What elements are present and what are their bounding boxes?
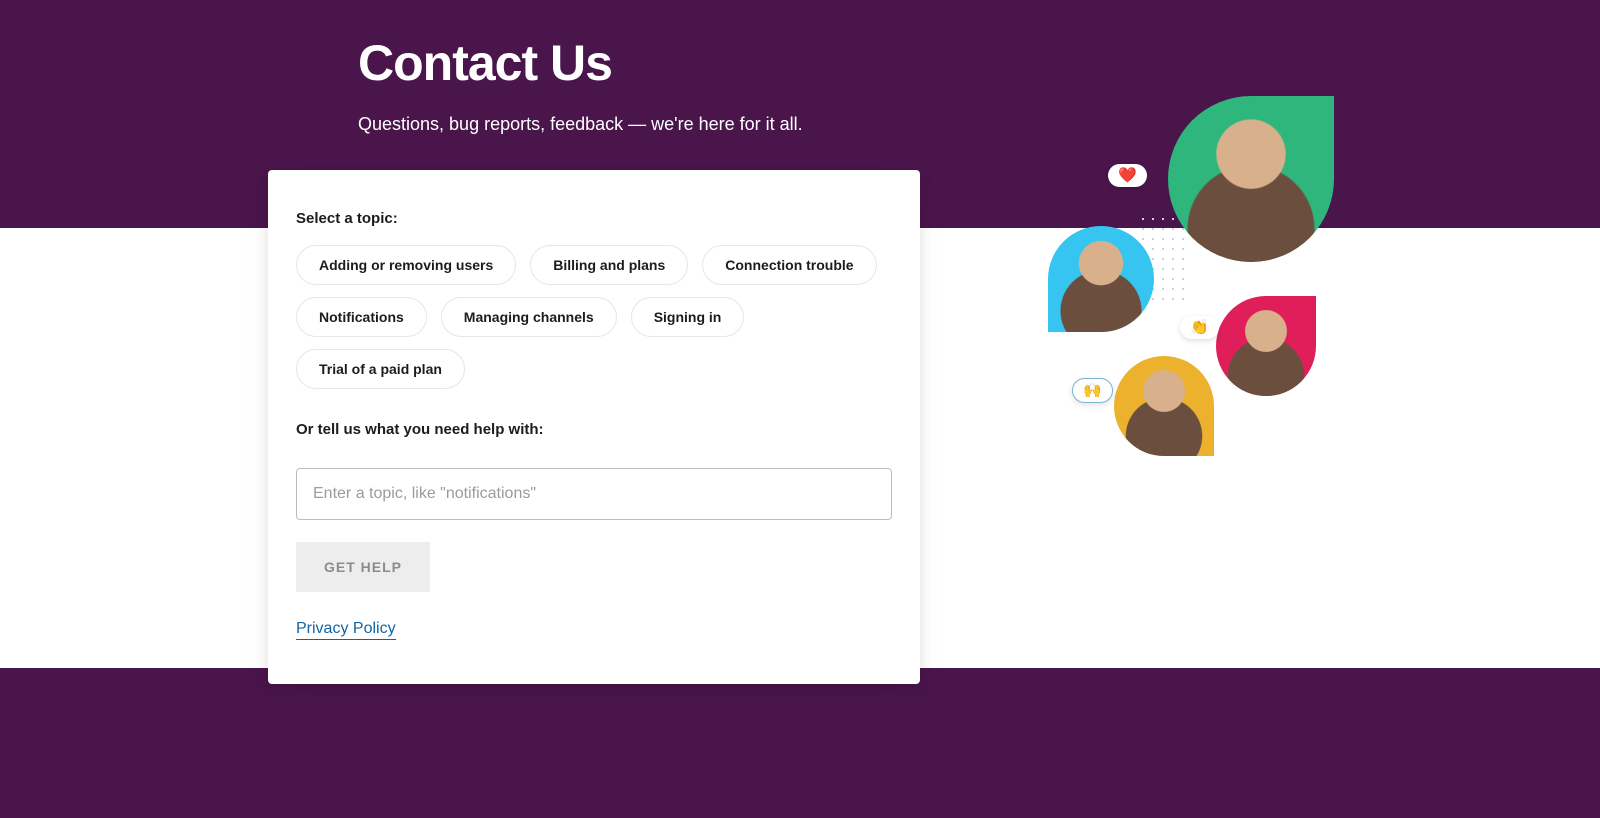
people-illustration: ❤️ 👏 🙌 [1048,96,1568,496]
content-container: Contact Us Questions, bug reports, feedb… [268,0,1332,135]
privacy-policy-link[interactable]: Privacy Policy [296,620,396,640]
heart-emoji-bubble: ❤️ [1108,164,1147,187]
topic-pill-connection-trouble[interactable]: Connection trouble [702,245,876,285]
topic-input[interactable] [296,468,892,520]
select-topic-label: Select a topic: [296,210,892,227]
topic-pill-adding-removing-users[interactable]: Adding or removing users [296,245,516,285]
clap-emoji-bubble: 👏 [1180,316,1219,339]
page-title: Contact Us [358,34,1332,92]
freeform-label: Or tell us what you need help with: [296,421,892,438]
topic-pill-managing-channels[interactable]: Managing channels [441,297,617,337]
topic-pill-billing-plans[interactable]: Billing and plans [530,245,688,285]
raised-hands-emoji-bubble: 🙌 [1072,378,1113,403]
avatar-blue [1048,226,1154,332]
avatar-red [1216,296,1316,396]
footer-background [0,668,1600,818]
topic-pill-signing-in[interactable]: Signing in [631,297,745,337]
topic-pill-notifications[interactable]: Notifications [296,297,427,337]
get-help-button[interactable]: GET HELP [296,542,430,592]
contact-card: Select a topic: Adding or removing users… [268,170,920,684]
topic-pill-group: Adding or removing users Billing and pla… [296,245,892,389]
avatar-yellow [1114,356,1214,456]
avatar-green [1168,96,1334,262]
topic-pill-trial-paid-plan[interactable]: Trial of a paid plan [296,349,465,389]
